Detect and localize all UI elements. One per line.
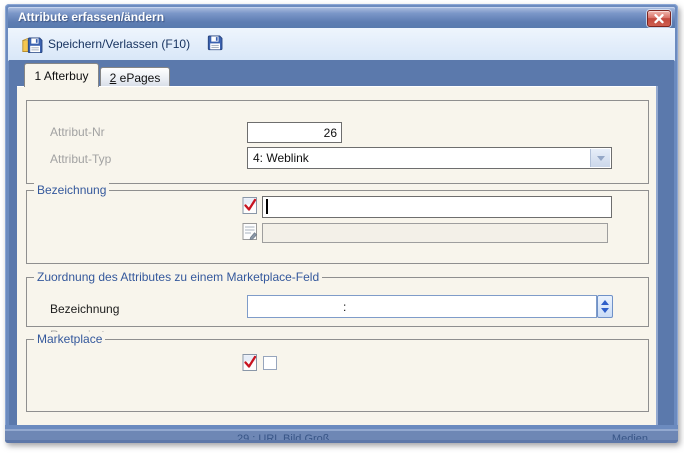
chevron-down-icon <box>597 156 605 161</box>
window-title: Attribute erfassen/ändern <box>18 10 164 24</box>
background-row-right-text: Medien <box>612 432 648 440</box>
spinner-down-icon <box>601 308 609 313</box>
toolbar: Speichern/Verlassen (F10) <box>8 28 675 61</box>
background-row-left-text: 29 : URL Bild Groß <box>237 432 330 440</box>
save-exit-label: Speichern/Verlassen (F10) <box>48 37 190 51</box>
frame-shade <box>5 440 678 443</box>
close-button[interactable] <box>647 10 671 27</box>
close-icon <box>653 14 665 24</box>
bezeichnung-field-wrap <box>262 196 612 218</box>
attribut-typ-select[interactable]: 4: Weblink <box>247 147 612 169</box>
save-exit-icon <box>22 36 43 53</box>
text-caret <box>266 199 268 214</box>
dialog-window: Attribute erfassen/ändern Spei <box>5 4 678 443</box>
title-bar[interactable]: Attribute erfassen/ändern <box>8 7 675 28</box>
attribut-typ-dropdown-button[interactable] <box>590 149 610 167</box>
pflichtattribut-checkbox[interactable] <box>263 356 277 370</box>
tab-epages-accel: 2 <box>110 71 117 85</box>
check-doc-icon <box>241 353 259 372</box>
zuordnung-group-title: Zuordnung des Attributes zu einem Market… <box>34 270 322 284</box>
attribut-typ-label: Attribut-Typ <box>50 152 111 167</box>
attribut-nr-input[interactable] <box>247 122 342 143</box>
attribut-typ-value: 4: Weblink <box>248 151 309 165</box>
check-doc-icon <box>241 196 259 215</box>
client-area: 1 Afterbuy 2 ePages Attribut-Nr Attribut… <box>9 60 674 425</box>
tab-afterbuy[interactable]: 1 Afterbuy <box>24 63 99 87</box>
bezeichnung-input[interactable] <box>262 196 612 218</box>
marketplace-groupbox: Marketplace Pflichtattribut <box>26 339 649 412</box>
marketplace-feld-select[interactable]: : <box>247 295 597 318</box>
save-icon <box>207 34 224 51</box>
tab-epages[interactable]: 2 ePages <box>100 67 170 87</box>
background-grid-row: 29 : URL Bild Groß Medien <box>5 431 678 440</box>
save-exit-button[interactable]: Speichern/Verlassen (F10) <box>18 34 194 55</box>
save-button[interactable] <box>204 32 227 56</box>
marketplace-feld-value: : <box>248 300 346 314</box>
tab-afterbuy-label: 1 Afterbuy <box>34 69 88 83</box>
spinner-up-icon <box>601 300 609 305</box>
tab-epages-label: ePages <box>116 71 160 85</box>
bezeichnung-group-title: Bezeichnung <box>34 183 109 197</box>
window-bottom-frame: 29 : URL Bild Groß Medien <box>5 425 678 443</box>
tab-page-afterbuy: Attribut-Nr Attribut-Typ 4: Weblink Beze… <box>17 86 656 425</box>
edit-doc-icon <box>241 222 259 241</box>
marketplace-feld-spinner[interactable] <box>597 295 613 318</box>
marketplace-group-title: Marketplace <box>34 332 105 346</box>
reserviert-input <box>262 223 608 243</box>
attribut-nr-label: Attribut-Nr <box>50 125 105 140</box>
